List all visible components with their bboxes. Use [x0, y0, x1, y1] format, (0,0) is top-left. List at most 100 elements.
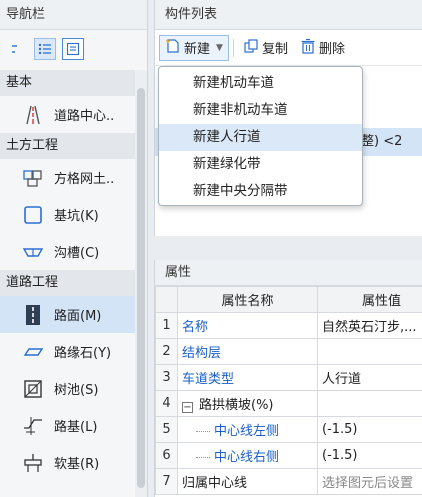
property-name: 中心线左侧	[214, 424, 280, 439]
copy-button-label: 复制	[261, 42, 288, 57]
nav-scrollbar-thumb[interactable]	[137, 88, 145, 488]
menu-item-new-median[interactable]: 新建中央分隔带	[159, 178, 362, 205]
property-name-child: 中心线左侧	[177, 416, 318, 443]
foundation-pit-icon	[22, 204, 44, 226]
list-view-icon[interactable]	[34, 38, 56, 60]
header-property-name: 属性名称	[177, 286, 318, 313]
table-row[interactable]: 3 车道类型 人行道	[155, 364, 422, 391]
row-index: 5	[155, 416, 178, 443]
collapse-minus-icon[interactable]: −	[182, 402, 193, 413]
panel-splitter[interactable]	[154, 236, 422, 260]
property-name: 车道类型	[177, 364, 318, 391]
new-button[interactable]: 新建 ▼	[159, 34, 229, 61]
row-index: 3	[155, 364, 178, 391]
component-list-title: 构件列表	[155, 0, 422, 30]
subgrade-icon	[22, 415, 44, 437]
row-index: 2	[155, 338, 178, 365]
property-name: 结构层	[177, 338, 318, 365]
property-value[interactable]: 人行道	[317, 364, 422, 391]
table-row[interactable]: 7 归属中心线 选择图元后设置	[155, 468, 422, 495]
nav-item-label: 路面(M)	[54, 309, 102, 324]
road-centerline-icon	[22, 104, 44, 126]
copy-button[interactable]: 复制	[238, 35, 293, 61]
delete-button-label: 删除	[318, 42, 345, 57]
table-row[interactable]: 5 中心线左侧 (-1.5)	[155, 416, 422, 443]
property-name: 名称	[177, 312, 318, 339]
nav-item-road-centerline[interactable]: 道路中心..	[0, 96, 136, 133]
property-value[interactable]: 自然英石汀步,...	[317, 312, 422, 339]
menu-item-new-sidewalk[interactable]: 新建人行道	[159, 124, 362, 151]
grid-earthwork-icon	[22, 167, 44, 189]
chevron-down-icon[interactable]: ▼	[216, 43, 223, 53]
nav-item-grid-earthwork[interactable]: 方格网土..	[0, 159, 136, 196]
table-row[interactable]: 4 − 路拱横坡(%)	[155, 390, 422, 417]
nav-item-soft-foundation[interactable]: 软基(R)	[0, 444, 136, 481]
tree-pit-icon	[22, 378, 44, 400]
nav-tree: 基本 道路中心.. 土方工程 方格网土.. 基坑(K) 沟槽(C) 道路工程 路…	[0, 70, 136, 497]
property-value[interactable]: (-1.5)	[317, 442, 422, 469]
nav-item-label: 道路中心..	[54, 109, 115, 124]
nav-item-label: 路缘石(Y)	[54, 346, 112, 361]
nav-title: 导航栏	[0, 0, 147, 30]
new-button-label: 新建	[184, 42, 211, 57]
nav-item-label: 方格网土..	[54, 172, 115, 187]
nav-scrollbar[interactable]	[135, 70, 147, 497]
delete-button[interactable]: 删除	[295, 35, 350, 61]
new-dropdown-menu: 新建机动车道 新建非机动车道 新建人行道 新建绿化带 新建中央分隔带	[158, 66, 363, 206]
group-earthwork[interactable]: 土方工程	[0, 133, 136, 159]
menu-item-new-non-motor-lane[interactable]: 新建非机动车道	[159, 97, 362, 124]
collapse-icon[interactable]	[6, 38, 28, 60]
detail-view-icon[interactable]	[62, 38, 84, 60]
nav-item-tree-pit[interactable]: 树池(S)	[0, 370, 136, 407]
navigation-panel: 导航栏 基本 道路中心.. 土方工程 方格网土.. 基坑(K) 沟槽(C) 道路…	[0, 0, 148, 497]
nav-item-label: 基坑(K)	[54, 209, 99, 224]
property-value[interactable]: 选择图元后设置	[317, 468, 422, 495]
trench-icon	[22, 241, 44, 263]
nav-item-subgrade[interactable]: 路基(L)	[0, 407, 136, 444]
nav-item-curbstone[interactable]: 路缘石(Y)	[0, 333, 136, 370]
trash-icon	[300, 38, 316, 58]
nav-item-label: 路基(L)	[54, 420, 98, 435]
view-mode-row	[0, 30, 147, 68]
new-doc-icon	[165, 38, 181, 58]
menu-item-new-green-belt[interactable]: 新建绿化带	[159, 151, 362, 178]
row-index: 6	[155, 442, 178, 469]
properties-title: 属性	[155, 260, 422, 286]
property-name-child: 中心线右侧	[177, 442, 318, 469]
property-value[interactable]: (-1.5)	[317, 416, 422, 443]
property-name-group: − 路拱横坡(%)	[177, 390, 318, 417]
table-row[interactable]: 6 中心线右侧 (-1.5)	[155, 442, 422, 469]
toolbar-separator	[232, 38, 234, 57]
group-basic[interactable]: 基本	[0, 70, 136, 96]
nav-item-trench[interactable]: 沟槽(C)	[0, 233, 136, 270]
curbstone-icon	[22, 341, 44, 363]
nav-item-label: 沟槽(C)	[54, 246, 100, 261]
row-index: 7	[155, 468, 178, 495]
row-index: 1	[155, 312, 178, 339]
nav-item-pavement[interactable]: 路面(M)	[0, 296, 136, 333]
property-value[interactable]	[317, 338, 422, 365]
property-name: 路拱横坡(%)	[199, 398, 274, 413]
tree-connector	[196, 431, 210, 432]
table-row[interactable]: 2 结构层	[155, 338, 422, 365]
table-header-row: 属性名称 属性值	[155, 286, 422, 313]
properties-panel: 属性 属性名称 属性值 1 名称 自然英石汀步,... 2 结构层 3 车道类型…	[154, 260, 422, 497]
copy-icon	[243, 38, 259, 58]
property-name: 归属中心线	[177, 468, 318, 495]
property-name: 中心线右侧	[214, 450, 280, 465]
soft-foundation-icon	[22, 452, 44, 474]
tree-connector	[196, 457, 210, 458]
property-value[interactable]	[317, 390, 422, 417]
table-row[interactable]: 1 名称 自然英石汀步,...	[155, 312, 422, 339]
group-road-engineering[interactable]: 道路工程	[0, 270, 136, 296]
header-property-value: 属性值	[317, 286, 422, 313]
menu-item-new-motor-lane[interactable]: 新建机动车道	[159, 70, 362, 97]
nav-item-label: 树池(S)	[54, 383, 99, 398]
pavement-icon	[22, 304, 44, 326]
properties-table: 属性名称 属性值 1 名称 自然英石汀步,... 2 结构层 3 车道类型 人行…	[155, 286, 422, 495]
component-toolbar: 新建 ▼ 复制 删除	[155, 30, 422, 66]
nav-item-label: 软基(R)	[54, 457, 100, 472]
nav-item-foundation-pit[interactable]: 基坑(K)	[0, 196, 136, 233]
row-index: 4	[155, 390, 178, 417]
header-index	[155, 286, 178, 313]
